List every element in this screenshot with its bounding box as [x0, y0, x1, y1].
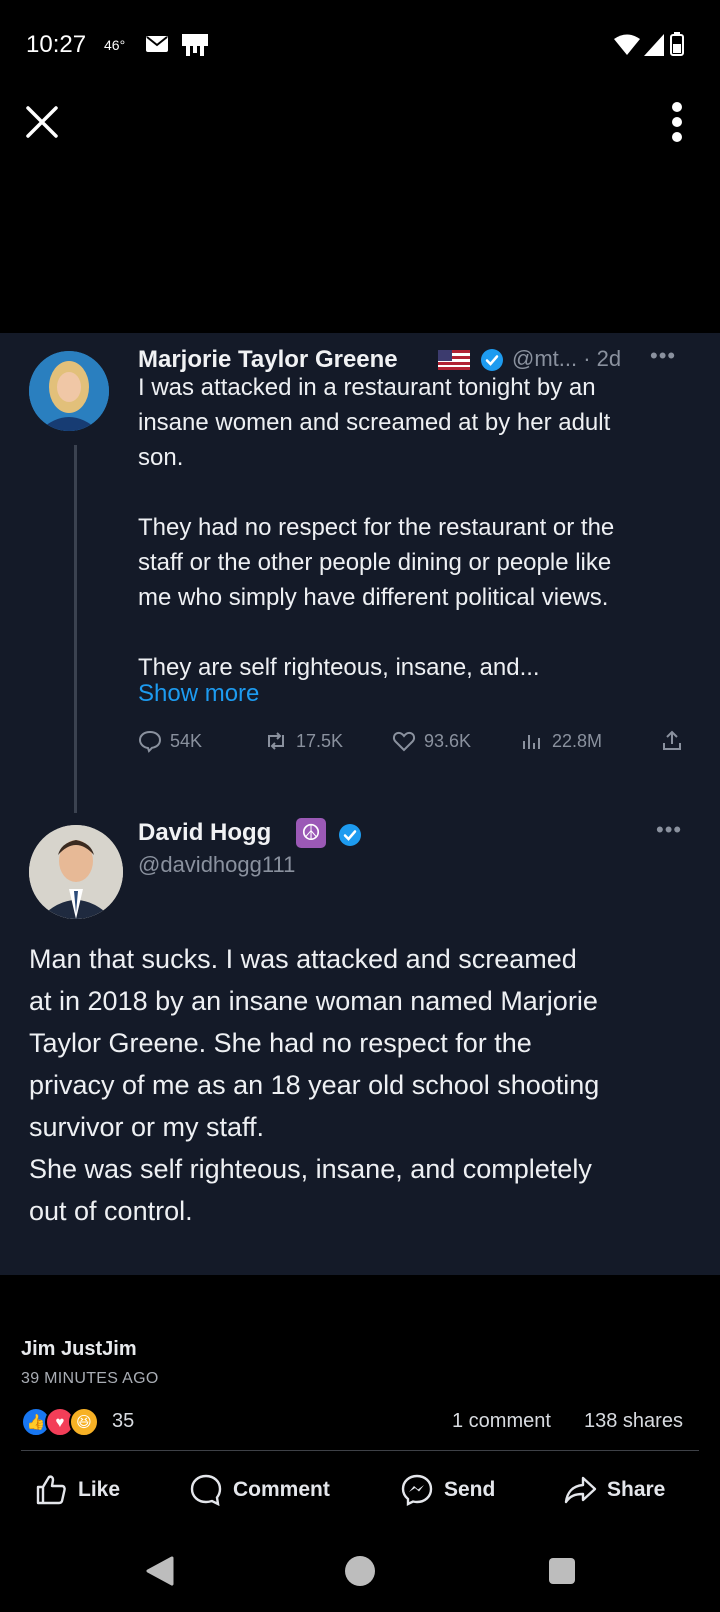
tweet-screenshot[interactable]: Marjorie Taylor Greene @mt... · 2d ••• I… [0, 333, 720, 1275]
nav-recents-icon[interactable] [549, 1558, 575, 1584]
wifi-icon [614, 34, 640, 55]
signal-icon [644, 34, 664, 56]
share-tweet[interactable] [660, 729, 684, 753]
comment-count[interactable]: 1 comment [452, 1410, 551, 1433]
views-count: 22.8M [552, 730, 603, 751]
reply-stat[interactable]: 54K [138, 729, 202, 753]
tweet-more-icon[interactable]: ••• [650, 343, 676, 369]
peace-symbol-icon: ☮ [296, 818, 326, 848]
comment-button[interactable]: Comment [189, 1470, 330, 1510]
heart-icon [392, 731, 416, 752]
share-label: Share [607, 1478, 666, 1501]
share-arrow-icon [564, 1476, 597, 1504]
like-button[interactable]: Like [34, 1470, 120, 1510]
status-temperature: 46° [104, 37, 126, 53]
haha-reaction-icon: 😆 [69, 1407, 99, 1437]
status-bar: 10:27 46° [0, 0, 720, 90]
share-upload-icon [663, 730, 681, 750]
reply-text: Man that sucks. I was attacked and screa… [29, 944, 600, 1226]
send-label: Send [444, 1478, 496, 1501]
comment-bubble-icon [190, 1474, 222, 1507]
reply-count: 54K [170, 730, 203, 751]
avatar [29, 351, 109, 431]
more-options-icon[interactable] [664, 100, 690, 144]
like-stat[interactable]: 93.6K [392, 729, 471, 753]
close-icon[interactable] [22, 102, 62, 142]
us-flag-icon [438, 350, 470, 370]
reply-more-icon[interactable]: ••• [656, 817, 682, 843]
share-count[interactable]: 138 shares [584, 1410, 683, 1433]
tweet-handle-time: @mt... · 2d [512, 346, 622, 371]
show-more-link[interactable]: Show more [138, 680, 259, 708]
reply-author-name: David Hogg [138, 819, 272, 846]
like-label: Like [78, 1478, 121, 1501]
views-stat[interactable]: 22.8M [520, 729, 602, 753]
verified-badge-icon [481, 349, 503, 371]
like-count: 93.6K [424, 730, 472, 751]
retweet-icon [268, 732, 284, 750]
reaction-count[interactable]: 35 [112, 1410, 134, 1433]
divider [21, 1450, 699, 1451]
tweet-text: I was attacked in a restaurant tonight b… [138, 374, 615, 681]
reply-icon [138, 730, 162, 753]
verified-badge-icon [339, 824, 361, 846]
reply-handle: @davidhogg111 [138, 852, 296, 877]
nav-home-icon[interactable] [345, 1556, 375, 1586]
comment-label: Comment [233, 1478, 330, 1501]
share-button[interactable]: Share [563, 1470, 665, 1510]
battery-icon [670, 32, 684, 56]
thread-connector [74, 445, 77, 813]
nav-back-icon[interactable] [146, 1556, 174, 1586]
retweet-count: 17.5K [296, 730, 344, 751]
retweet-stat[interactable]: 17.5K [264, 729, 343, 753]
thumbs-up-icon [36, 1475, 66, 1505]
views-chart-icon [523, 735, 540, 749]
notification-icon [182, 34, 208, 56]
send-button[interactable]: Send [400, 1470, 495, 1510]
messenger-icon [401, 1474, 433, 1506]
poster-name[interactable]: Jim JustJim [21, 1338, 137, 1361]
post-timestamp: 39 MINUTES AGO [21, 1370, 159, 1387]
mail-icon [146, 36, 168, 52]
status-time: 10:27 [26, 31, 87, 58]
reaction-icons[interactable]: 👍 ♥ 😆 [21, 1407, 99, 1437]
avatar [29, 825, 123, 919]
